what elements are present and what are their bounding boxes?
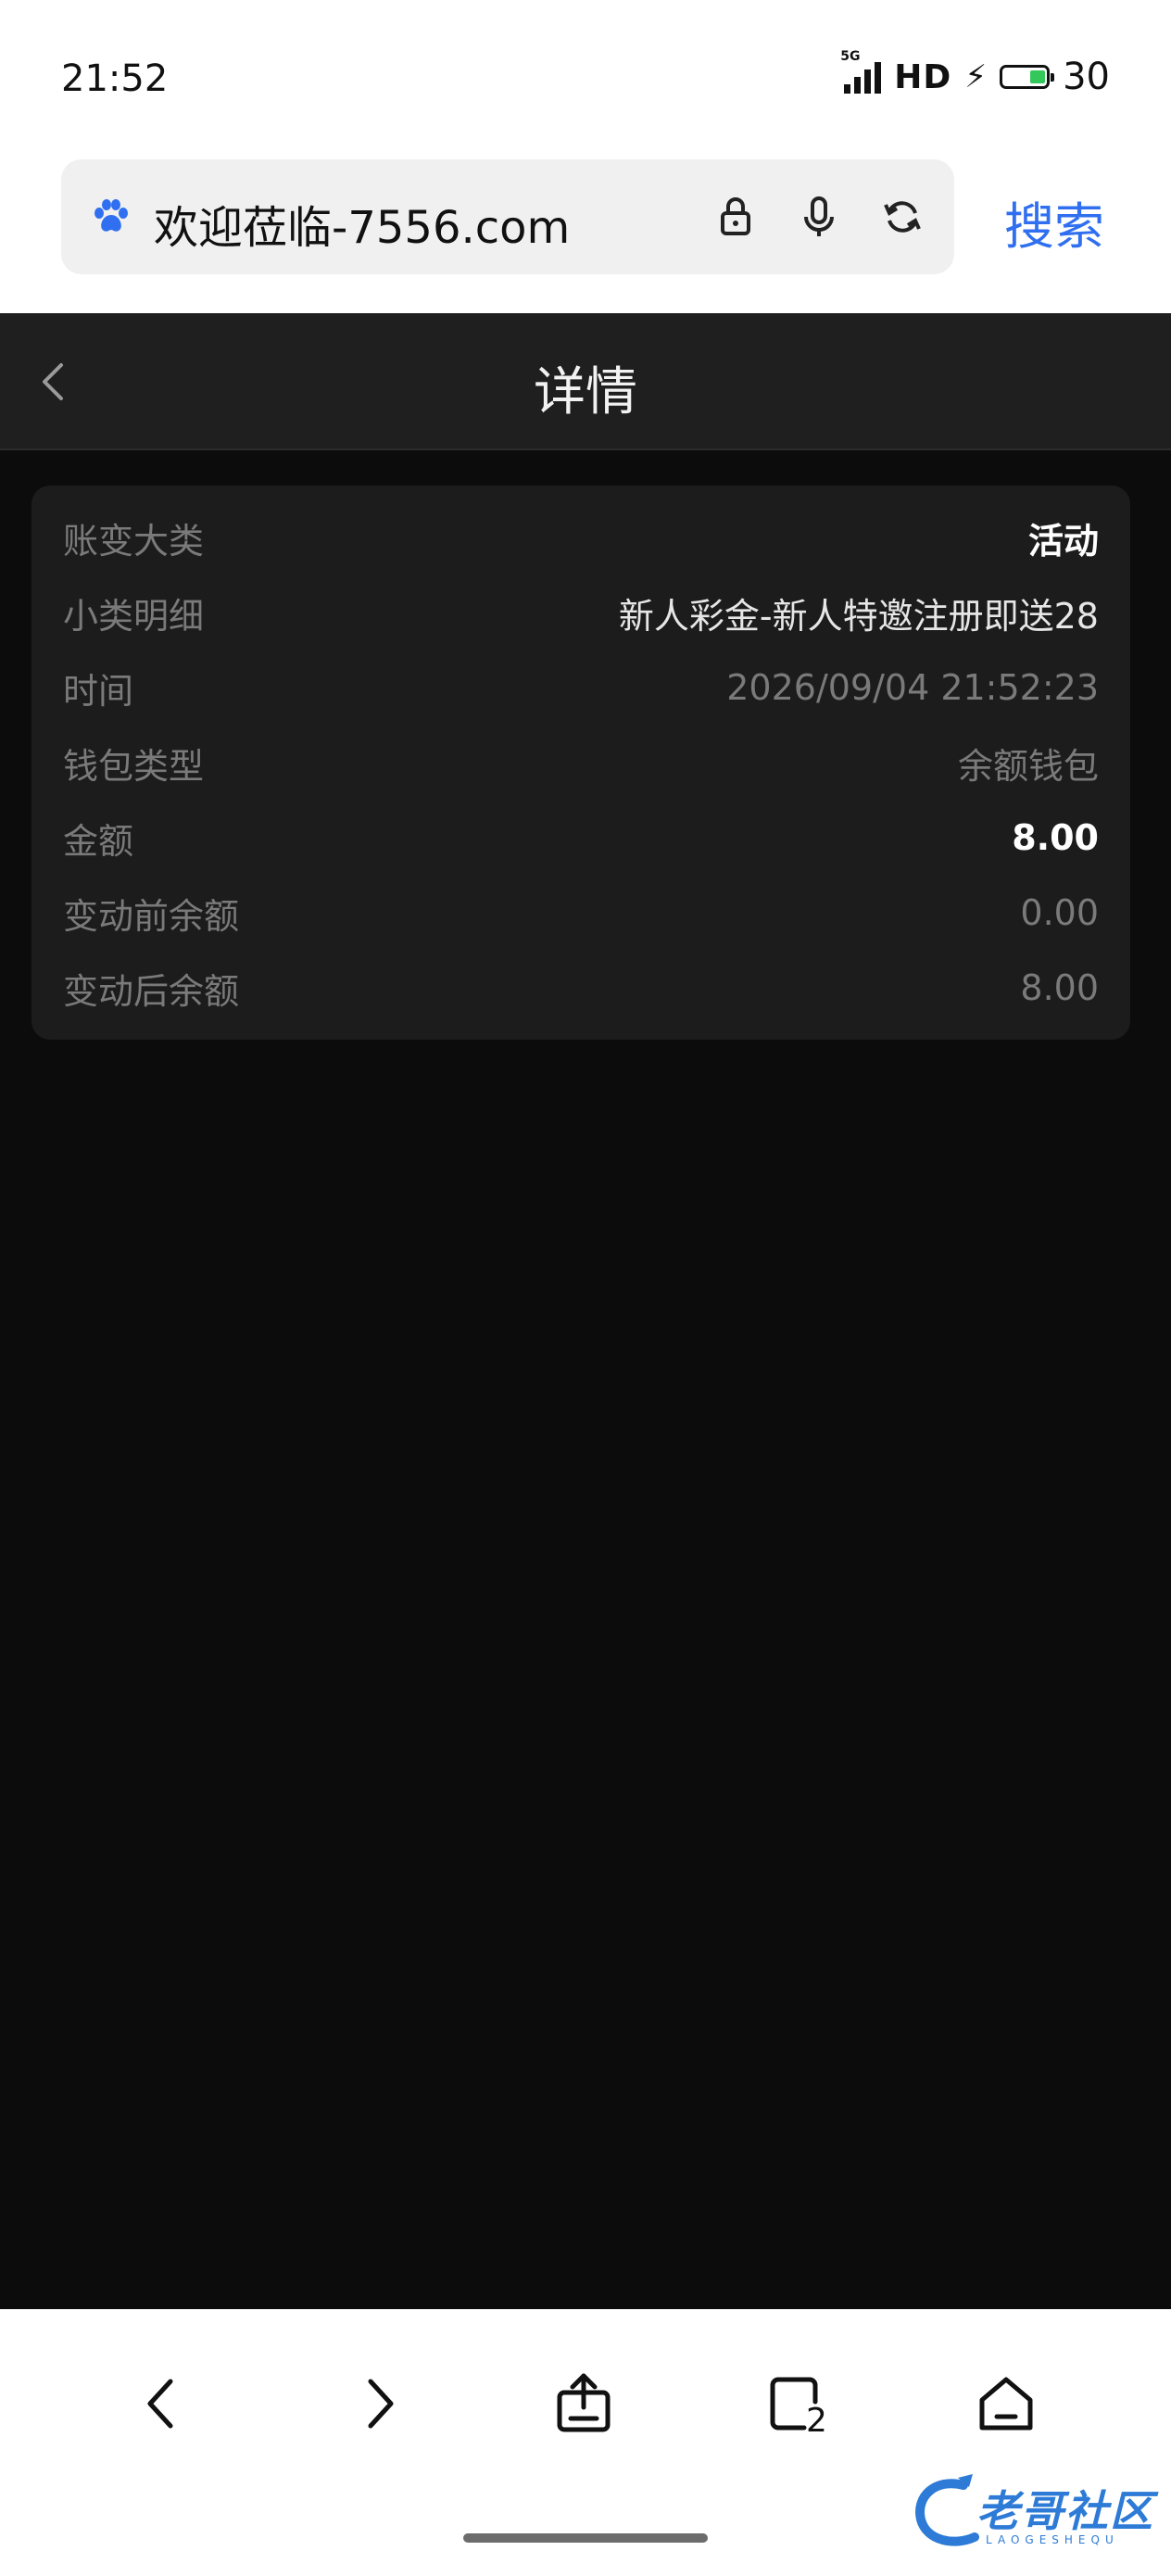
status-indicators: 5G HD ⚡ 30 — [840, 49, 1110, 98]
row-label: 变动后余额 — [63, 970, 240, 1012]
status-time: 21:52 — [61, 57, 169, 100]
battery-level: 30 — [1063, 56, 1110, 98]
signal-icon: 5G — [840, 49, 882, 94]
watermark-subtext: LAOGESHEQU — [986, 2533, 1119, 2546]
row-value: 8.00 — [1012, 817, 1099, 858]
row-label: 变动前余额 — [63, 895, 240, 937]
detail-row-wallet: 钱包类型 余额钱包 — [63, 735, 1099, 790]
network-type: 5G — [840, 49, 861, 64]
home-icon[interactable] — [973, 2370, 1039, 2437]
detail-row-subcategory: 小类明细 新人彩金-新人特邀注册即送28 — [63, 585, 1099, 640]
search-button[interactable]: 搜索 — [1004, 185, 1104, 259]
row-value: 2026/09/04 21:52:23 — [726, 667, 1099, 708]
row-label: 小类明细 — [63, 595, 205, 637]
share-icon[interactable] — [550, 2370, 617, 2437]
row-label: 账变大类 — [63, 520, 205, 562]
battery-icon — [1000, 65, 1055, 89]
nav-back-icon[interactable] — [130, 2370, 196, 2437]
browser-url-bar: 欢迎莅临-7556.com 搜索 — [0, 158, 1171, 313]
row-label: 时间 — [63, 670, 134, 712]
detail-row-balance-after: 变动后余额 8.00 — [63, 960, 1099, 1016]
detail-row-category: 账变大类 活动 — [63, 510, 1099, 565]
page-title: 详情 — [534, 362, 637, 423]
hd-indicator: HD — [894, 57, 952, 96]
refresh-icon[interactable] — [878, 193, 926, 241]
row-value: 0.00 — [1020, 892, 1099, 933]
row-value: 活动 — [1027, 520, 1099, 562]
url-text: 欢迎莅临-7556.com — [154, 202, 571, 254]
detail-row-time: 时间 2026/09/04 21:52:23 — [63, 660, 1099, 715]
baidu-paw-icon — [94, 199, 128, 232]
browser-bottom-nav: 2 老哥社区 LAOGESHEQU — [0, 2309, 1171, 2576]
status-bar: 21:52 5G HD ⚡ 30 — [0, 0, 1171, 158]
detail-card: 账变大类 活动 小类明细 新人彩金-新人特邀注册即送28 时间 2026/09/… — [31, 486, 1130, 1040]
lock-icon[interactable] — [711, 193, 760, 241]
row-value: 新人彩金-新人特邀注册即送28 — [618, 595, 1099, 637]
row-value: 8.00 — [1020, 967, 1099, 1008]
row-label: 金额 — [63, 820, 134, 862]
microphone-icon[interactable] — [795, 193, 843, 241]
row-label: 钱包类型 — [63, 745, 205, 787]
page-header: 详情 — [0, 313, 1171, 450]
row-value: 余额钱包 — [957, 745, 1099, 787]
tabs-button[interactable]: 2 — [763, 2370, 830, 2440]
watermark-text: 老哥社区 — [976, 2486, 1154, 2536]
nav-forward-icon[interactable] — [345, 2370, 411, 2437]
watermark-logo: 老哥社区 LAOGESHEQU — [908, 2469, 1158, 2561]
charging-icon: ⚡ — [964, 58, 988, 95]
detail-row-balance-before: 变动前余额 0.00 — [63, 885, 1099, 941]
home-indicator-bar[interactable] — [463, 2533, 708, 2543]
detail-row-amount: 金额 8.00 — [63, 810, 1099, 865]
address-field[interactable]: 欢迎莅临-7556.com — [61, 159, 954, 274]
tabs-count: 2 — [806, 2402, 827, 2440]
